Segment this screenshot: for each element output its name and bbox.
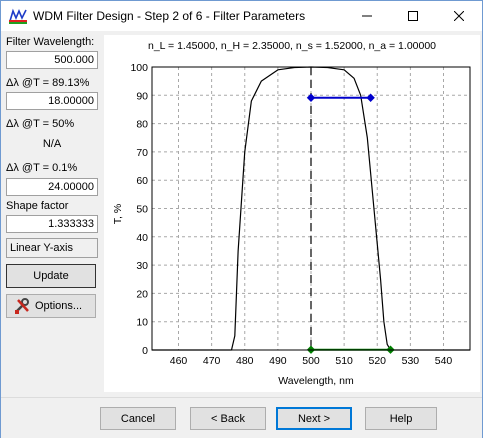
help-button[interactable]: Help [365,407,437,430]
back-button[interactable]: < Back [190,407,266,430]
window-title: WDM Filter Design - Step 2 of 6 - Filter… [33,9,306,23]
options-button[interactable]: Options... [6,294,96,318]
filter-wavelength-label: Filter Wavelength: [6,36,95,48]
y-axis-label: T, % [112,204,124,224]
y-tick-label: 80 [136,119,148,131]
delta-lambda-50-label: Δλ @T = 50% [6,118,75,130]
wizard-window: WDM Filter Design - Step 2 of 6 - Filter… [0,0,483,438]
update-button[interactable]: Update [6,264,96,288]
y-axis-mode-select[interactable]: Linear Y-axis [6,238,98,258]
x-tick-label: 540 [435,355,453,367]
cancel-button-label: Cancel [120,412,156,425]
close-button[interactable] [436,1,482,31]
options-button-label: Options... [35,300,83,312]
x-tick-label: 510 [335,355,353,367]
y-tick-label: 40 [136,232,148,244]
help-button-label: Help [389,412,413,425]
y-tick-label: 0 [142,345,148,357]
chart-background [104,35,480,392]
maximize-icon [408,11,418,21]
delta-lambda-8913-label: Δλ @T = 89.13% [6,77,90,89]
x-tick-label: 460 [170,355,188,367]
delta-lambda-01-label: Δλ @T = 0.1% [6,162,78,174]
filter-wavelength-field[interactable]: 500.000 [6,51,98,69]
wizard-button-bar: Cancel < Back Next > Help [1,397,482,438]
y-tick-label: 20 [136,288,148,300]
cancel-button[interactable]: Cancel [100,407,176,430]
x-tick-label: 520 [368,355,386,367]
minimize-icon [362,15,372,17]
x-tick-label: 530 [402,355,420,367]
y-tick-label: 90 [136,90,148,102]
back-button-label: < Back [211,412,245,425]
y-tick-label: 30 [136,260,148,272]
maximize-button[interactable] [390,1,436,31]
update-button-label: Update [33,270,69,282]
title-bar[interactable]: WDM Filter Design - Step 2 of 6 - Filter… [1,1,482,31]
client-area: Filter Wavelength: 500.000 Δλ @T = 89.13… [1,31,482,397]
x-tick-label: 470 [203,355,221,367]
next-button-label: Next > [297,412,331,425]
y-tick-label: 50 [136,204,148,216]
x-tick-label: 500 [302,355,320,367]
tools-icon [15,298,29,314]
y-tick-label: 60 [136,175,148,187]
minimize-button[interactable] [344,1,390,31]
x-tick-label: 490 [269,355,287,367]
chart-title: n_L = 1.45000, n_H = 2.35000, n_s = 1.52… [148,40,436,52]
y-tick-label: 10 [136,317,148,329]
shape-factor-label: Shape factor [6,200,69,212]
delta-lambda-50-value: N/A [42,138,62,150]
y-tick-label: 70 [136,147,148,159]
x-tick-label: 480 [236,355,254,367]
delta-lambda-01-field[interactable]: 24.00000 [6,178,98,196]
shape-factor-field: 1.333333 [6,215,98,233]
x-axis-label: Wavelength, nm [278,375,354,387]
next-button[interactable]: Next > [276,407,352,430]
app-icon [9,8,27,24]
delta-lambda-8913-field[interactable]: 18.00000 [6,92,98,110]
y-tick-label: 100 [130,62,148,74]
transmission-chart: n_L = 1.45000, n_H = 2.35000, n_s = 1.52… [104,35,480,392]
close-icon [454,11,464,21]
